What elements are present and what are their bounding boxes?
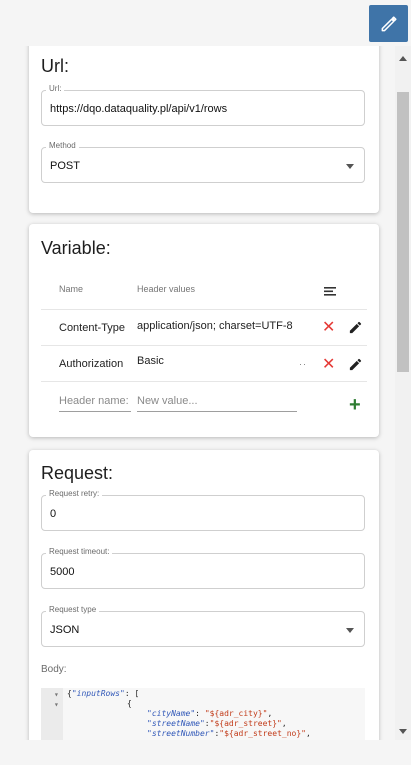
url-field-label: Url: (46, 84, 65, 93)
request-card-title: Request: (41, 463, 114, 483)
json-body-editor[interactable]: ▾ ▾ {"inputRows": [ { "cityName": "${adr… (41, 688, 365, 740)
request-type-label: Request type (46, 605, 100, 614)
sort-icon[interactable] (323, 285, 337, 297)
method-select[interactable]: Method POST (41, 141, 365, 183)
pencil-icon[interactable] (348, 357, 363, 372)
scroll-down-arrow-icon[interactable] (399, 729, 407, 734)
table-header: Name Header values (41, 272, 367, 310)
request-timeout-label: Request timeout: (46, 547, 113, 556)
more-text-indicator: ·· (299, 359, 307, 369)
dropdown-caret-icon (346, 164, 354, 169)
code-line: {"inputRows": [ (67, 689, 140, 698)
column-name-header: Name (59, 284, 84, 294)
code-line: { (127, 699, 132, 708)
fold-arrow-icon[interactable]: ▾ (54, 700, 59, 709)
pencil-icon[interactable] (348, 320, 363, 335)
add-icon[interactable]: + (349, 395, 361, 415)
code-line: "cityName": "${adr_city}", (147, 709, 273, 718)
delete-icon[interactable]: ✕ (322, 320, 335, 336)
code-line: "streetName":"${adr_street}", (147, 719, 287, 728)
code-line: "streetNumber":"${adr_street_no}", (147, 729, 311, 738)
request-retry-label: Request retry: (46, 489, 103, 498)
table-row: Content-Type application/json; charset=U… (41, 310, 367, 346)
pencil-icon (381, 15, 397, 31)
request-type-value: JSON (50, 624, 80, 636)
header-name-cell: Content-Type (59, 322, 126, 334)
new-header-row: Header name: New value... + (41, 382, 367, 422)
header-value-cell: application/json; charset=UTF-8 (137, 320, 293, 332)
table-row: Authorization Basic ·· ✕ (41, 346, 367, 382)
request-retry-field[interactable]: Request retry: 0 (41, 489, 365, 531)
header-value-input[interactable]: New value... (137, 395, 297, 412)
scroll-area[interactable]: Url: Url: https://dqo.dataquality.pl/api… (0, 46, 395, 740)
header-name-cell: Authorization (59, 358, 124, 370)
url-card-title: Url: (41, 56, 69, 76)
request-timeout-value: 5000 (50, 566, 75, 578)
header-value-cell: Basic (137, 355, 164, 367)
request-card: Request: Request retry: 0 Request timeou… (29, 450, 379, 740)
method-select-label: Method (46, 141, 79, 150)
edit-button[interactable] (369, 5, 408, 42)
method-select-value: POST (50, 160, 80, 172)
fold-arrow-icon[interactable]: ▾ (54, 690, 59, 699)
url-field-value: https://dqo.dataquality.pl/api/v1/rows (50, 103, 228, 115)
variable-card-title: Variable: (41, 238, 111, 258)
scrollbar-thumb[interactable] (397, 92, 409, 372)
url-field[interactable]: Url: https://dqo.dataquality.pl/api/v1/r… (41, 84, 365, 126)
column-values-header: Header values (137, 284, 196, 294)
variable-card: Variable: Name Header values Content-Typ… (29, 224, 379, 437)
body-label: Body: (41, 664, 67, 675)
editor-gutter (41, 688, 63, 740)
request-type-select[interactable]: Request type JSON (41, 605, 365, 647)
delete-icon[interactable]: ✕ (322, 357, 335, 373)
request-retry-value: 0 (50, 508, 57, 520)
url-card: Url: Url: https://dqo.dataquality.pl/api… (29, 46, 379, 213)
request-timeout-field[interactable]: Request timeout: 5000 (41, 547, 365, 589)
dropdown-caret-icon (346, 628, 354, 633)
header-name-input[interactable]: Header name: (59, 395, 131, 412)
scroll-up-arrow-icon[interactable] (399, 56, 407, 61)
